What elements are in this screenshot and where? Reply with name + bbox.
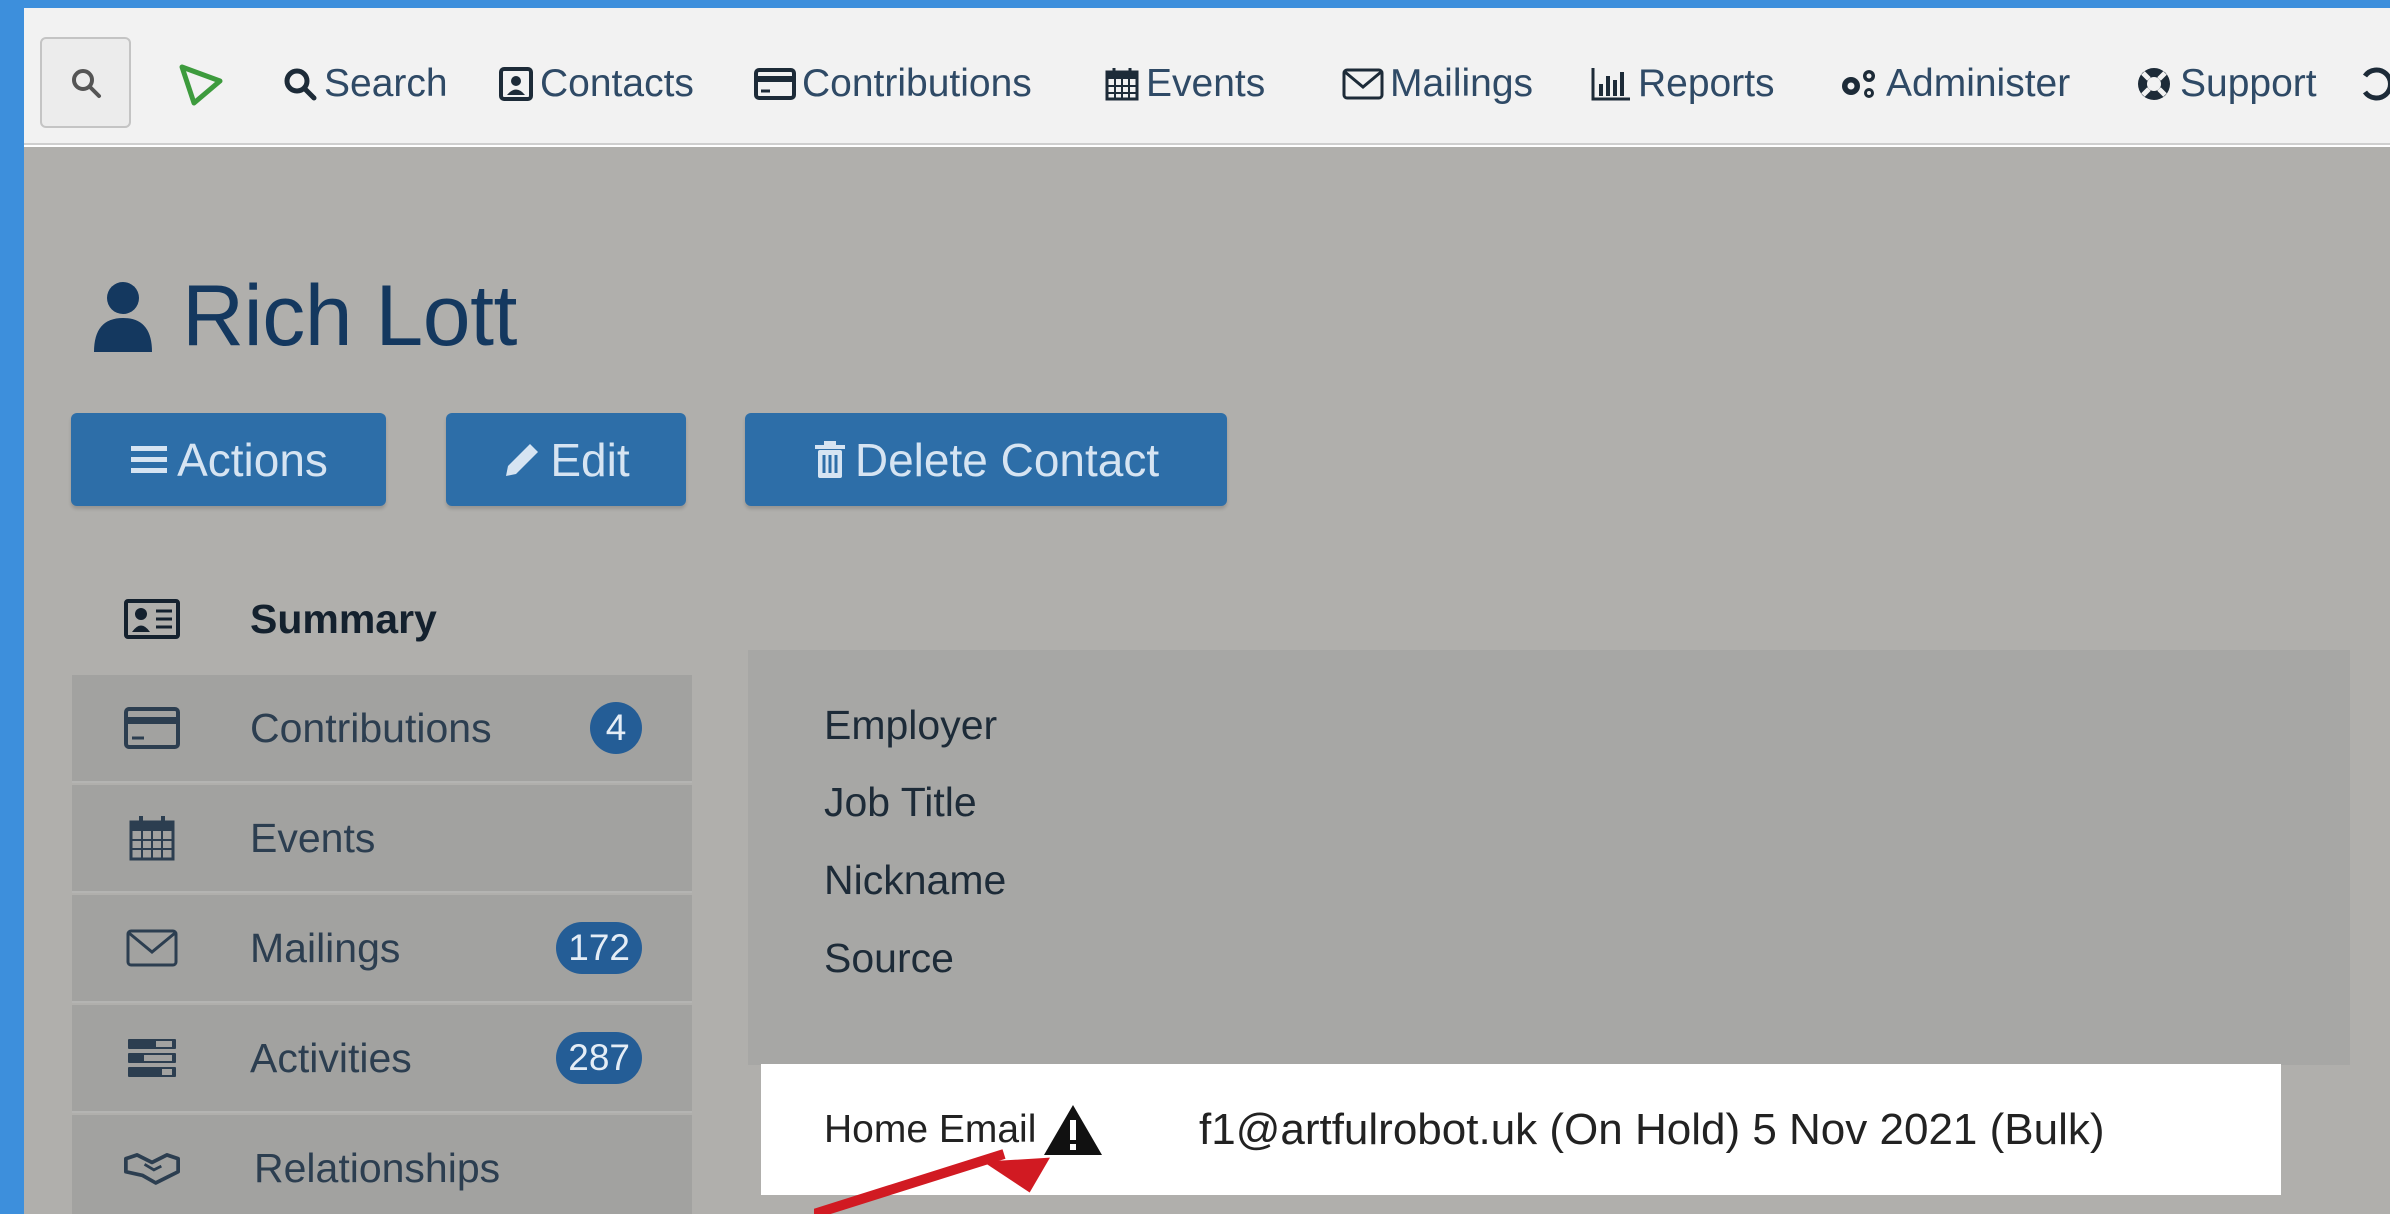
- tasks-icon: [124, 1034, 180, 1082]
- menu-administer-label: Administer: [1886, 62, 2071, 105]
- quicksearch-button[interactable]: [40, 37, 131, 128]
- search-icon: [71, 68, 101, 98]
- edit-button-label: Edit: [550, 433, 630, 486]
- life-ring-icon: [2138, 68, 2170, 100]
- search-icon: [284, 68, 317, 101]
- handshake-icon: [124, 1144, 180, 1192]
- envelope-icon: [1342, 68, 1384, 100]
- menu-mailings[interactable]: Mailings: [1342, 54, 1533, 114]
- tab-contributions-label: Contributions: [250, 704, 492, 751]
- home-email-value[interactable]: f1@artfulrobot.uk (On Hold) 5 Nov 2021 (…: [1199, 1105, 2105, 1155]
- contacts-icon: [499, 67, 533, 101]
- menu-mailings-label: Mailings: [1390, 62, 1534, 105]
- source-label: Source: [824, 935, 954, 981]
- credit-card-icon: [124, 704, 180, 752]
- tab-activities-label: Activities: [250, 1034, 412, 1081]
- tab-summary-label: Summary: [250, 595, 437, 642]
- calendar-icon: [124, 814, 180, 862]
- top-menubar: Search Contacts Contributions Events Mai…: [24, 8, 2390, 145]
- tab-activities[interactable]: Activities 287: [72, 1005, 692, 1113]
- menu-search-label: Search: [324, 62, 448, 105]
- menu-reports-label: Reports: [1638, 62, 1775, 105]
- delete-contact-button-label: Delete Contact: [854, 433, 1160, 486]
- tab-events-label: Events: [250, 814, 376, 861]
- contributions-count-badge: 4: [590, 702, 642, 754]
- actions-button-label: Actions: [177, 433, 328, 486]
- menu-administer[interactable]: Administer: [1836, 54, 2070, 114]
- id-card-icon: [124, 595, 180, 643]
- user-icon: [94, 281, 152, 352]
- tab-contributions[interactable]: Contributions 4: [72, 675, 692, 783]
- credit-card-icon: [754, 68, 796, 100]
- actions-button[interactable]: Actions: [71, 413, 386, 506]
- tab-summary[interactable]: Summary: [72, 565, 692, 673]
- bars-icon: [131, 445, 168, 473]
- menu-contributions[interactable]: Contributions: [754, 54, 1032, 114]
- menu-more[interactable]: [2359, 54, 2390, 114]
- menu-search[interactable]: Search: [282, 54, 448, 114]
- edit-button[interactable]: Edit: [446, 413, 686, 506]
- civicrm-logo-icon[interactable]: [176, 59, 226, 109]
- pencil-icon: [506, 443, 539, 476]
- job-title-label: Job Title: [824, 779, 977, 825]
- page-title: Rich Lott: [92, 267, 517, 366]
- menu-contacts-label: Contacts: [540, 62, 694, 105]
- summary-panel: Employer Job Title Nickname Source: [748, 650, 2350, 1065]
- calendar-icon: [1105, 68, 1139, 101]
- tab-relationships-label: Relationships: [254, 1144, 501, 1191]
- employer-label: Employer: [824, 702, 998, 748]
- contact-page: Rich Lott Actions Edit Delete Contact Su…: [24, 147, 2390, 1214]
- menu-support[interactable]: Support: [2134, 54, 2317, 114]
- tab-relationships[interactable]: Relationships: [72, 1115, 692, 1214]
- nickname-label: Nickname: [824, 857, 1007, 903]
- delete-contact-button[interactable]: Delete Contact: [745, 413, 1227, 506]
- gears-icon: [1842, 70, 1875, 98]
- menu-events-label: Events: [1146, 62, 1266, 105]
- menu-events[interactable]: Events: [1104, 54, 1265, 114]
- tab-events[interactable]: Events: [72, 785, 692, 893]
- activities-count-badge: 287: [556, 1032, 642, 1084]
- mailings-count-badge: 172: [556, 922, 642, 974]
- menu-contributions-label: Contributions: [802, 62, 1032, 105]
- trash-icon: [814, 440, 845, 478]
- screenshot-frame: Search Contacts Contributions Events Mai…: [0, 0, 2390, 1214]
- history-icon: [2362, 67, 2390, 101]
- envelope-icon: [124, 924, 180, 972]
- contact-name: Rich Lott: [182, 268, 517, 364]
- contact-tabs: Summary Contributions 4 Events Mailings …: [72, 565, 692, 1214]
- annotation-arrow: [814, 1149, 1050, 1214]
- bar-chart-icon: [1591, 68, 1630, 101]
- tab-mailings-label: Mailings: [250, 924, 401, 971]
- menu-contacts[interactable]: Contacts: [498, 54, 694, 114]
- tab-mailings[interactable]: Mailings 172: [72, 895, 692, 1003]
- menu-reports[interactable]: Reports: [1590, 54, 1775, 114]
- menu-support-label: Support: [2180, 62, 2317, 105]
